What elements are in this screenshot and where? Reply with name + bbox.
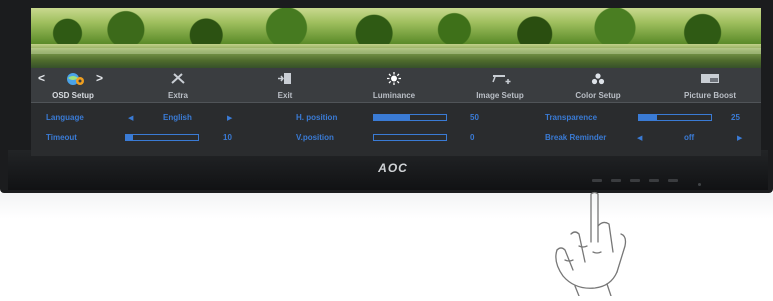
tab-luminance[interactable]: Luminance [358, 68, 430, 102]
tab-label: Picture Boost [683, 91, 736, 100]
color-dots-icon [589, 72, 607, 85]
slider-fill [126, 135, 134, 140]
break-reminder-value[interactable]: off [684, 133, 694, 142]
language-next-arrow[interactable]: ▶ [227, 114, 232, 122]
transparence-value: 25 [731, 113, 740, 122]
sun-icon [385, 72, 403, 85]
tab-extra[interactable]: Extra [146, 68, 210, 102]
tools-icon [169, 72, 187, 85]
monitor-button-1[interactable] [592, 179, 602, 182]
h-position-value: 50 [470, 113, 479, 122]
osd-settings-panel: Language ◀ English ▶ H. position 50 Tran… [31, 102, 761, 156]
picture-boost-icon [699, 72, 721, 85]
tab-label: Color Setup [575, 91, 621, 100]
tab-exit[interactable]: Exit [253, 68, 317, 102]
aoc-logo: AOC [378, 161, 408, 175]
v-position-slider[interactable] [373, 134, 447, 141]
globe-gear-icon [64, 72, 84, 85]
image-plus-icon [491, 72, 511, 85]
language-value[interactable]: English [163, 113, 192, 122]
exit-door-icon [276, 72, 294, 85]
tree-line [31, 8, 761, 44]
landscape-photo [31, 8, 761, 68]
hand-pointer-icon [535, 190, 645, 297]
timeout-label: Timeout [46, 133, 77, 142]
h-position-slider[interactable] [373, 114, 447, 121]
break-reminder-label: Break Reminder [545, 133, 607, 142]
monitor-button-2[interactable] [611, 179, 621, 182]
h-position-label: H. position [296, 113, 338, 122]
language-prev-arrow[interactable]: ◀ [128, 114, 133, 122]
v-position-value: 0 [470, 133, 475, 142]
slider-fill [639, 115, 657, 120]
tab-image-setup[interactable]: Image Setup [464, 68, 536, 102]
water-reflection [31, 48, 761, 54]
timeout-slider[interactable] [125, 134, 199, 141]
monitor-button-5[interactable] [668, 179, 678, 182]
break-reminder-next-arrow[interactable]: ▶ [737, 134, 742, 142]
tab-label: Extra [167, 91, 188, 100]
tab-label: Image Setup [476, 91, 524, 100]
desk-surface [0, 193, 773, 296]
monitor-button-3[interactable] [630, 179, 640, 182]
language-label: Language [46, 113, 84, 122]
transparence-label: Transparence [545, 113, 598, 122]
tab-color-setup[interactable]: Color Setup [562, 68, 634, 102]
monitor-button-4[interactable] [649, 179, 659, 182]
timeout-value: 10 [223, 133, 232, 142]
power-led [698, 183, 701, 186]
tab-label: OSD Setup [52, 91, 94, 100]
osd-tab-bar: < > OSD Setup Extra Exit Luminance Image… [31, 68, 761, 102]
tab-label: Exit [277, 91, 293, 100]
monitor-screen: < > OSD Setup Extra Exit Luminance Image… [31, 8, 761, 156]
slider-fill [374, 115, 410, 120]
break-reminder-prev-arrow[interactable]: ◀ [637, 134, 642, 142]
tab-picture-boost[interactable]: Picture Boost [671, 68, 749, 102]
tab-label: Luminance [372, 91, 416, 100]
v-position-label: V.position [296, 133, 334, 142]
transparence-slider[interactable] [638, 114, 712, 121]
tab-osd-setup[interactable]: OSD Setup [37, 68, 109, 102]
